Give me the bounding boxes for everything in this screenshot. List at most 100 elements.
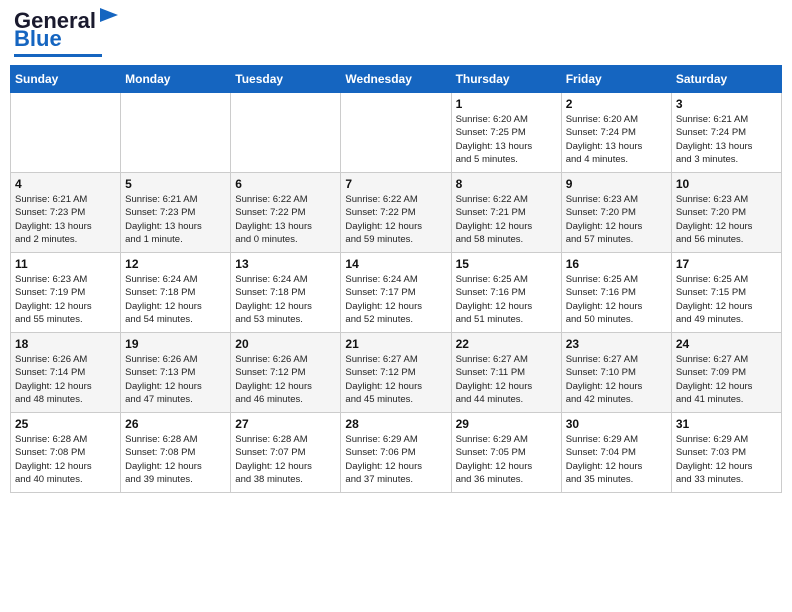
logo-underline: [14, 54, 102, 57]
calendar-header-wednesday: Wednesday: [341, 66, 451, 93]
calendar-cell: 15Sunrise: 6:25 AM Sunset: 7:16 PM Dayli…: [451, 253, 561, 333]
day-info: Sunrise: 6:25 AM Sunset: 7:15 PM Dayligh…: [676, 273, 777, 326]
calendar-header-monday: Monday: [121, 66, 231, 93]
day-number: 5: [125, 177, 226, 191]
day-number: 18: [15, 337, 116, 351]
day-number: 27: [235, 417, 336, 431]
calendar-cell: 17 Sunrise: 6:25 AM Sunset: 7:15 PM Dayli…: [671, 253, 781, 333]
calendar-cell: 18 Sunrise: 6:26 AM Sunset: 7:14 PM Dayli…: [11, 333, 121, 413]
day-info: Sunrise: 6:29 AM Sunset: 7:05 PM Dayligh…: [456, 433, 557, 486]
day-info: Sunrise: 6:24 AM Sunset: 7:18 PM Dayligh…: [125, 273, 226, 326]
calendar-header-sunday: Sunday: [11, 66, 121, 93]
day-info: Sunrise: 6:25 AM Sunset: 7:16 PM Dayligh…: [566, 273, 667, 326]
calendar-cell: [121, 93, 231, 173]
calendar-cell: 25Sunrise: 6:28 AM Sunset: 7:08 PM Dayli…: [11, 413, 121, 493]
calendar-cell: 29 Sunrise: 6:29 AM Sunset: 7:05 PM Dayli…: [451, 413, 561, 493]
day-number: 29: [456, 417, 557, 431]
calendar-cell: 26 Sunrise: 6:28 AM Sunset: 7:08 PM Dayli…: [121, 413, 231, 493]
day-number: 19: [125, 337, 226, 351]
calendar-cell: 28Sunrise: 6:29 AM Sunset: 7:06 PM Dayli…: [341, 413, 451, 493]
calendar-cell: [231, 93, 341, 173]
day-number: 23: [566, 337, 667, 351]
day-number: 20: [235, 337, 336, 351]
calendar-cell: 10 Sunrise: 6:23 AM Sunset: 7:20 PM Dayli…: [671, 173, 781, 253]
day-number: 11: [15, 257, 116, 271]
calendar-cell: 9Sunrise: 6:23 AM Sunset: 7:20 PM Daylig…: [561, 173, 671, 253]
logo-text-blue: Blue: [14, 26, 62, 52]
day-number: 10: [676, 177, 777, 191]
day-info: Sunrise: 6:27 AM Sunset: 7:09 PM Dayligh…: [676, 353, 777, 406]
calendar-table: SundayMondayTuesdayWednesdayThursdayFrid…: [10, 65, 782, 493]
calendar-cell: 14 Sunrise: 6:24 AM Sunset: 7:17 PM Dayli…: [341, 253, 451, 333]
day-info: Sunrise: 6:24 AM Sunset: 7:17 PM Dayligh…: [345, 273, 446, 326]
day-number: 21: [345, 337, 446, 351]
day-number: 14: [345, 257, 446, 271]
calendar-cell: 11 Sunrise: 6:23 AM Sunset: 7:19 PM Dayli…: [11, 253, 121, 333]
calendar-header-tuesday: Tuesday: [231, 66, 341, 93]
day-info: Sunrise: 6:27 AM Sunset: 7:10 PM Dayligh…: [566, 353, 667, 406]
calendar-cell: 16 Sunrise: 6:25 AM Sunset: 7:16 PM Dayli…: [561, 253, 671, 333]
day-number: 2: [566, 97, 667, 111]
calendar-cell: 1 Sunrise: 6:20 AM Sunset: 7:25 PM Daylig…: [451, 93, 561, 173]
day-number: 28: [345, 417, 446, 431]
calendar-cell: [341, 93, 451, 173]
calendar-cell: 12 Sunrise: 6:24 AM Sunset: 7:18 PM Dayli…: [121, 253, 231, 333]
calendar-cell: [11, 93, 121, 173]
calendar-week-row: 11 Sunrise: 6:23 AM Sunset: 7:19 PM Dayli…: [11, 253, 782, 333]
day-number: 24: [676, 337, 777, 351]
calendar-cell: 23 Sunrise: 6:27 AM Sunset: 7:10 PM Dayli…: [561, 333, 671, 413]
day-number: 3: [676, 97, 777, 111]
calendar-cell: 3 Sunrise: 6:21 AM Sunset: 7:24 PM Daylig…: [671, 93, 781, 173]
day-info: Sunrise: 6:24 AM Sunset: 7:18 PM Dayligh…: [235, 273, 336, 326]
day-info: Sunrise: 6:29 AM Sunset: 7:03 PM Dayligh…: [676, 433, 777, 486]
day-info: Sunrise: 6:23 AM Sunset: 7:20 PM Dayligh…: [566, 193, 667, 246]
calendar-cell: 7Sunrise: 6:22 AM Sunset: 7:22 PM Daylig…: [341, 173, 451, 253]
day-info: Sunrise: 6:28 AM Sunset: 7:08 PM Dayligh…: [125, 433, 226, 486]
day-info: Sunrise: 6:28 AM Sunset: 7:07 PM Dayligh…: [235, 433, 336, 486]
day-number: 22: [456, 337, 557, 351]
logo-arrow-icon: [98, 4, 120, 26]
calendar-header-saturday: Saturday: [671, 66, 781, 93]
day-info: Sunrise: 6:22 AM Sunset: 7:22 PM Dayligh…: [345, 193, 446, 246]
calendar-week-row: 1 Sunrise: 6:20 AM Sunset: 7:25 PM Daylig…: [11, 93, 782, 173]
day-number: 16: [566, 257, 667, 271]
calendar-week-row: 18 Sunrise: 6:26 AM Sunset: 7:14 PM Dayli…: [11, 333, 782, 413]
day-number: 4: [15, 177, 116, 191]
day-info: Sunrise: 6:26 AM Sunset: 7:13 PM Dayligh…: [125, 353, 226, 406]
day-info: Sunrise: 6:26 AM Sunset: 7:14 PM Dayligh…: [15, 353, 116, 406]
day-info: Sunrise: 6:21 AM Sunset: 7:24 PM Dayligh…: [676, 113, 777, 166]
day-info: Sunrise: 6:25 AM Sunset: 7:16 PM Dayligh…: [456, 273, 557, 326]
day-number: 1: [456, 97, 557, 111]
calendar-cell: 30 Sunrise: 6:29 AM Sunset: 7:04 PM Dayli…: [561, 413, 671, 493]
day-number: 31: [676, 417, 777, 431]
day-info: Sunrise: 6:21 AM Sunset: 7:23 PM Dayligh…: [15, 193, 116, 246]
calendar-cell: 27 Sunrise: 6:28 AM Sunset: 7:07 PM Dayli…: [231, 413, 341, 493]
logo: General Blue: [14, 10, 120, 57]
calendar-week-row: 25Sunrise: 6:28 AM Sunset: 7:08 PM Dayli…: [11, 413, 782, 493]
day-number: 12: [125, 257, 226, 271]
day-info: Sunrise: 6:20 AM Sunset: 7:24 PM Dayligh…: [566, 113, 667, 166]
calendar-cell: 20Sunrise: 6:26 AM Sunset: 7:12 PM Dayli…: [231, 333, 341, 413]
calendar-header-friday: Friday: [561, 66, 671, 93]
day-number: 30: [566, 417, 667, 431]
calendar-header-thursday: Thursday: [451, 66, 561, 93]
day-info: Sunrise: 6:23 AM Sunset: 7:20 PM Dayligh…: [676, 193, 777, 246]
day-number: 17: [676, 257, 777, 271]
day-info: Sunrise: 6:28 AM Sunset: 7:08 PM Dayligh…: [15, 433, 116, 486]
day-number: 8: [456, 177, 557, 191]
calendar-cell: 31 Sunrise: 6:29 AM Sunset: 7:03 PM Dayli…: [671, 413, 781, 493]
day-info: Sunrise: 6:29 AM Sunset: 7:04 PM Dayligh…: [566, 433, 667, 486]
calendar-cell: 19 Sunrise: 6:26 AM Sunset: 7:13 PM Dayli…: [121, 333, 231, 413]
day-info: Sunrise: 6:23 AM Sunset: 7:19 PM Dayligh…: [15, 273, 116, 326]
calendar-cell: 22Sunrise: 6:27 AM Sunset: 7:11 PM Dayli…: [451, 333, 561, 413]
calendar-cell: 6Sunrise: 6:22 AM Sunset: 7:22 PM Daylig…: [231, 173, 341, 253]
calendar-cell: 4 Sunrise: 6:21 AM Sunset: 7:23 PM Daylig…: [11, 173, 121, 253]
day-info: Sunrise: 6:20 AM Sunset: 7:25 PM Dayligh…: [456, 113, 557, 166]
calendar-cell: 8Sunrise: 6:22 AM Sunset: 7:21 PM Daylig…: [451, 173, 561, 253]
day-info: Sunrise: 6:22 AM Sunset: 7:22 PM Dayligh…: [235, 193, 336, 246]
calendar-cell: 21Sunrise: 6:27 AM Sunset: 7:12 PM Dayli…: [341, 333, 451, 413]
day-number: 26: [125, 417, 226, 431]
day-info: Sunrise: 6:21 AM Sunset: 7:23 PM Dayligh…: [125, 193, 226, 246]
calendar-cell: 24 Sunrise: 6:27 AM Sunset: 7:09 PM Dayli…: [671, 333, 781, 413]
calendar-header-row: SundayMondayTuesdayWednesdayThursdayFrid…: [11, 66, 782, 93]
